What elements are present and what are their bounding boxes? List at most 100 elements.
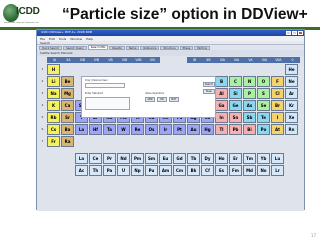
element-cell-la[interactable]: La <box>75 124 88 135</box>
menu-help[interactable]: Help <box>86 37 93 41</box>
element-cell-tb[interactable]: Tb <box>187 153 200 164</box>
element-cell-ar[interactable]: Ar <box>285 88 298 99</box>
element-cell-am[interactable]: Am <box>159 165 172 176</box>
element-cell-b[interactable]: B <box>215 76 228 87</box>
element-cell-np[interactable]: Np <box>131 165 144 176</box>
element-cell-f[interactable]: F <box>271 76 284 87</box>
element-cell-ac[interactable]: Ac <box>75 165 88 176</box>
period-label[interactable]: 5 <box>39 113 46 122</box>
element-cell-he[interactable]: He <box>285 64 298 75</box>
element-cell-fr[interactable]: Fr <box>47 136 60 147</box>
element-cell-se[interactable]: Se <box>257 100 270 111</box>
standard-list[interactable] <box>85 97 130 110</box>
group-header[interactable]: VIA <box>257 57 272 63</box>
panel-search-button[interactable]: Search <box>203 82 215 87</box>
element-cell-si[interactable]: Si <box>229 88 242 99</box>
panel-clear-button[interactable]: Clear <box>203 89 215 94</box>
element-cell-ge[interactable]: Ge <box>229 100 242 111</box>
group-header[interactable]: VIII <box>145 57 160 63</box>
element-entry-field[interactable] <box>85 83 125 88</box>
element-cell-ga[interactable]: Ga <box>215 100 228 111</box>
element-cell-lr[interactable]: Lr <box>271 165 284 176</box>
element-cell-te[interactable]: Te <box>257 112 270 123</box>
element-cell-yb[interactable]: Yb <box>257 153 270 164</box>
element-cell-fm[interactable]: Fm <box>229 165 242 176</box>
element-cell-s[interactable]: S <box>257 88 270 99</box>
menu-edit[interactable]: Edit <box>49 37 55 41</box>
period-label[interactable]: 3 <box>39 89 46 98</box>
element-cell-xe[interactable]: Xe <box>285 112 298 123</box>
element-cell-k[interactable]: K <box>47 100 60 111</box>
element-cell-pt[interactable]: Pt <box>173 124 186 135</box>
element-cell-re[interactable]: Re <box>131 124 144 135</box>
element-cell-sn[interactable]: Sn <box>229 112 242 123</box>
element-cell-pa[interactable]: Pa <box>103 165 116 176</box>
element-cell-tm[interactable]: Tm <box>243 153 256 164</box>
element-cell-es[interactable]: Es <box>215 165 228 176</box>
period-label[interactable]: 2 <box>39 77 46 86</box>
element-cell-u[interactable]: U <box>117 165 130 176</box>
element-cell-hf[interactable]: Hf <box>89 124 102 135</box>
maximize-icon[interactable] <box>292 31 297 35</box>
element-cell-li[interactable]: Li <box>47 76 60 87</box>
element-cell-ca[interactable]: Ca <box>61 100 74 111</box>
element-cell-p[interactable]: P <box>243 88 256 99</box>
element-cell-au[interactable]: Au <box>187 124 200 135</box>
element-cell-be[interactable]: Be <box>61 76 74 87</box>
element-cell-bi[interactable]: Bi <box>243 124 256 135</box>
element-cell-nd[interactable]: Nd <box>117 153 130 164</box>
close-icon[interactable] <box>298 31 303 35</box>
element-cell-th[interactable]: Th <box>89 165 102 176</box>
element-cell-er[interactable]: Er <box>229 153 242 164</box>
element-cell-rn[interactable]: Rn <box>285 124 298 135</box>
element-cell-al[interactable]: Al <box>215 88 228 99</box>
menu-tools[interactable]: Tools <box>59 37 66 41</box>
element-cell-h[interactable]: H <box>47 64 60 75</box>
period-label[interactable]: 7 <box>39 137 46 146</box>
group-header[interactable]: VIIB <box>131 57 146 63</box>
element-cell-sb[interactable]: Sb <box>243 112 256 123</box>
element-cell-i[interactable]: I <box>271 112 284 123</box>
element-cell-ho[interactable]: Ho <box>215 153 228 164</box>
element-cell-sr[interactable]: Sr <box>61 112 74 123</box>
element-cell-gd[interactable]: Gd <box>173 153 186 164</box>
element-cell-sm[interactable]: Sm <box>145 153 158 164</box>
group-header[interactable]: IIB <box>201 57 216 63</box>
element-cell-hg[interactable]: Hg <box>201 124 214 135</box>
element-cell-kr[interactable]: Kr <box>285 100 298 111</box>
element-cell-rb[interactable]: Rb <box>47 112 60 123</box>
element-cell-eu[interactable]: Eu <box>159 153 172 164</box>
element-cell-mg[interactable]: Mg <box>61 88 74 99</box>
group-header[interactable]: VIB <box>117 57 132 63</box>
element-cell-ta[interactable]: Ta <box>103 124 116 135</box>
element-cell-pu[interactable]: Pu <box>145 165 158 176</box>
element-cell-pm[interactable]: Pm <box>131 153 144 164</box>
group-header[interactable]: IB <box>187 57 202 63</box>
element-cell-as[interactable]: As <box>243 100 256 111</box>
element-cell-pb[interactable]: Pb <box>229 124 242 135</box>
element-cell-n[interactable]: N <box>243 76 256 87</box>
menu-file[interactable]: File <box>40 37 45 41</box>
element-cell-md[interactable]: Md <box>243 165 256 176</box>
group-header[interactable]: VIIA <box>271 57 286 63</box>
element-cell-na[interactable]: Na <box>47 88 60 99</box>
element-cell-lu[interactable]: Lu <box>271 153 284 164</box>
group-header[interactable]: IIA <box>61 57 76 63</box>
group-header[interactable]: 0 <box>285 57 300 63</box>
element-cell-dy[interactable]: Dy <box>201 153 214 164</box>
group-header[interactable]: VB <box>103 57 118 63</box>
element-cell-ce[interactable]: Ce <box>89 153 102 164</box>
group-header[interactable]: IA <box>47 57 62 63</box>
element-cell-ir[interactable]: Ir <box>159 124 172 135</box>
element-cell-tl[interactable]: Tl <box>215 124 228 135</box>
element-cell-cm[interactable]: Cm <box>173 165 186 176</box>
element-cell-la[interactable]: La <box>75 153 88 164</box>
element-cell-bk[interactable]: Bk <box>187 165 200 176</box>
element-cell-ba[interactable]: Ba <box>61 124 74 135</box>
or-button[interactable]: OR <box>157 97 167 102</box>
menu-window[interactable]: Window <box>70 37 82 41</box>
and-button[interactable]: AND <box>145 97 155 102</box>
element-cell-c[interactable]: C <box>229 76 242 87</box>
element-cell-br[interactable]: Br <box>271 100 284 111</box>
element-cell-cf[interactable]: Cf <box>201 165 214 176</box>
